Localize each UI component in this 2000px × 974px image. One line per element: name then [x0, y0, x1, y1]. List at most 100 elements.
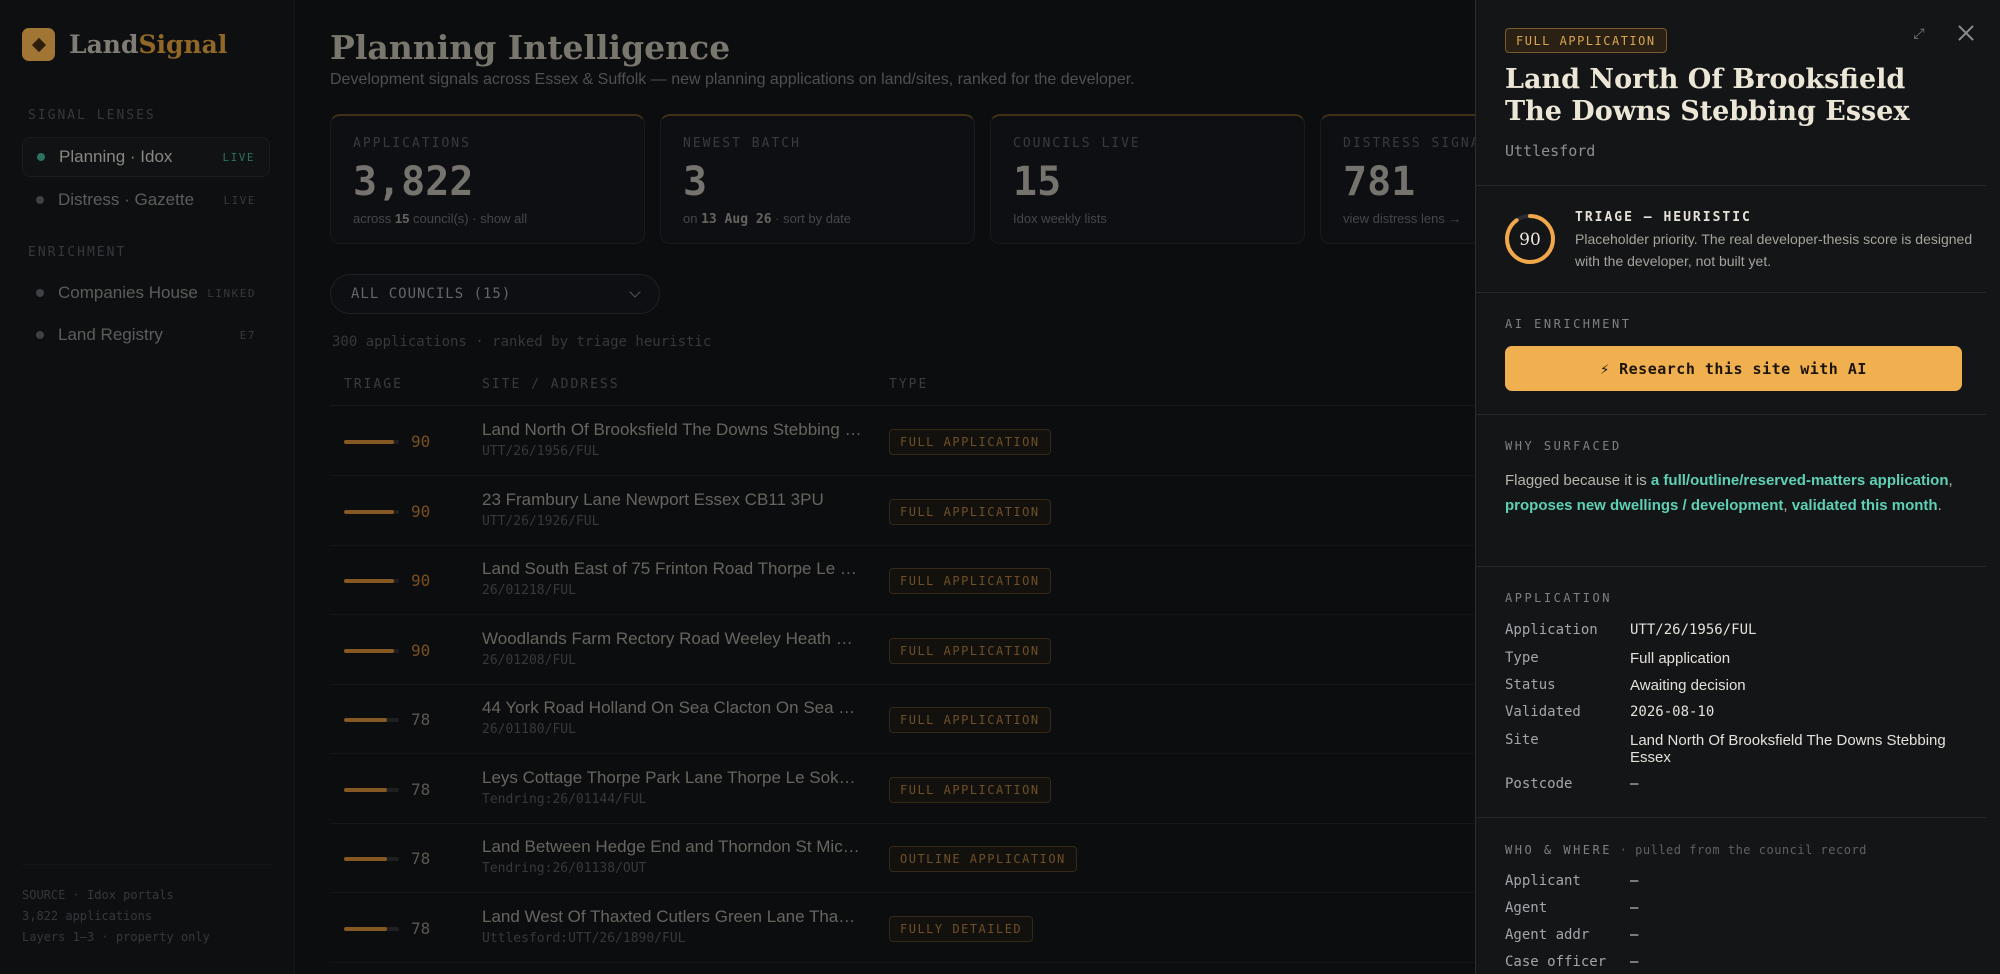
stat-card-newest-batch[interactable]: NEWEST BATCH 3 on 13 Aug 26 · sort by da…: [660, 114, 975, 244]
triage-bar-fill: [344, 440, 394, 444]
type-badge: FULLY DETAILED: [889, 915, 1034, 942]
footer-source: SOURCE · Idox portals: [22, 888, 174, 902]
detail-value: Land North Of Brooksfield The Downs Steb…: [1630, 732, 1946, 766]
detail-key: Agent: [1505, 900, 1548, 916]
triage-bar: [344, 718, 399, 722]
sidebar-item-label: Companies House: [58, 283, 198, 302]
type-badge: FULL APPLICATION: [889, 707, 1051, 733]
triage-title: TRIAGE — HEURISTIC: [1575, 210, 1752, 225]
table-row[interactable]: 78 Land Between Hedge End and Thorndon St…: [330, 823, 1475, 893]
enrichment-heading: ENRICHMENT: [28, 245, 127, 260]
triage-bar-fill: [344, 648, 394, 653]
why-pre: Flagged because it is: [1505, 472, 1651, 489]
triage-score: 90: [411, 432, 431, 451]
stat-sub: across 15 council(s) · show all: [353, 211, 622, 226]
table-row[interactable]: 90 Land North Of Brooksfield The Downs St…: [330, 406, 1475, 476]
page-title: Planning Intelligence: [330, 28, 731, 67]
stat-sub: on 13 Aug 26 · sort by date: [683, 211, 952, 227]
application-ref: UTT/26/1926/FUL: [482, 513, 600, 529]
stat-sub-pre: on: [683, 211, 702, 226]
main-content: Planning Intelligence Development signal…: [295, 0, 1635, 974]
triage-score: 90: [411, 571, 431, 590]
reason-new-dwellings: proposes new dwellings / development: [1505, 497, 1784, 514]
chevron-down-icon: [629, 286, 641, 298]
table-row[interactable]: 78 44 York Road Holland On Sea Clacton On…: [330, 684, 1475, 754]
application-ref: 26/01218/FUL: [482, 583, 576, 598]
stat-sub-post: · sort by date: [771, 211, 852, 226]
column-header-site[interactable]: SITE / ADDRESS: [482, 377, 620, 392]
triage-bar: [344, 579, 399, 583]
why-sep: ,: [1948, 472, 1953, 489]
detail-panel: FULL APPLICATION ⤢ Land North Of Brooksf…: [1475, 0, 2000, 974]
stat-sub-bold: 15: [394, 211, 410, 226]
who-where-title: WHO & WHERE: [1505, 843, 1612, 857]
column-header-triage[interactable]: TRIAGE: [344, 377, 403, 392]
sidebar-item-companies-house[interactable]: Companies House LINKED: [22, 273, 270, 313]
detail-value: —: [1630, 900, 1639, 916]
triage-bar: [344, 787, 399, 792]
triage-text: Placeholder priority. The real developer…: [1575, 231, 1973, 269]
sidebar-item-tag: LIVE: [222, 150, 255, 164]
sidebar: LandSignal SIGNAL LENSES Planning · Idox…: [0, 0, 295, 974]
who-where-heading: WHO & WHERE · pulled from the council re…: [1505, 843, 1867, 857]
research-with-ai-button[interactable]: ⚡ Research this site with AI: [1505, 346, 1962, 391]
stat-sub-bold: 13 Aug 26: [701, 212, 772, 227]
triage-bar-fill: [344, 857, 387, 861]
table-row[interactable]: 78 Leys Cottage Thorpe Park Lane Thorpe L…: [330, 754, 1475, 824]
type-badge: FULL APPLICATION: [1505, 28, 1667, 53]
application-heading: APPLICATION: [1505, 591, 1612, 605]
site-address: 44 York Road Holland On Sea Clacton On S…: [482, 698, 862, 717]
detail-key: Application: [1505, 622, 1598, 638]
site-address: Land Between Hedge End and Thorndon St M…: [482, 837, 862, 856]
divider: [1476, 817, 1986, 818]
stat-card-applications[interactable]: APPLICATIONS 3,822 across 15 council(s) …: [330, 114, 645, 244]
triage-bar-fill: [344, 926, 387, 931]
table-row[interactable]: 90 Land South East of 75 Frinton Road Tho…: [330, 545, 1475, 615]
type-badge: FULL APPLICATION: [889, 637, 1051, 664]
triage-bar: [344, 857, 399, 861]
table-row[interactable]: 78 Land West Of Thaxted Cutlers Green Lan…: [330, 893, 1475, 963]
footer-layers: Layers 1–3 · property only: [22, 930, 210, 944]
dot-icon: [36, 196, 44, 204]
who-where-note: · pulled from the council record: [1611, 843, 1867, 857]
why-sep: ,: [1783, 497, 1792, 514]
triage-score-ring: 90: [1505, 214, 1555, 264]
stat-value: 3,822: [353, 159, 474, 205]
detail-value: UTT/26/1956/FUL: [1630, 622, 1757, 638]
triage-score: 78: [411, 849, 431, 868]
why-end: .: [1937, 497, 1942, 514]
council-filter-select[interactable]: ALL COUNCILS (15): [330, 274, 660, 314]
close-icon[interactable]: [1953, 20, 1979, 46]
reason-full-application: a full/outline/reserved-matters applicat…: [1650, 472, 1949, 489]
detail-value: —: [1630, 776, 1639, 792]
sidebar-item-land-registry[interactable]: Land Registry E7: [22, 315, 270, 355]
stat-sub-pre: across: [353, 211, 395, 226]
ai-enrichment-heading: AI ENRICHMENT: [1505, 317, 1632, 331]
sidebar-item-label: Planning · Idox: [59, 147, 173, 166]
type-badge: FULL APPLICATION: [889, 429, 1051, 455]
site-address: Land North Of Brooksfield The Downs Steb…: [482, 420, 862, 439]
detail-key: Case officer: [1505, 954, 1607, 970]
triage-score: 78: [411, 918, 431, 938]
detail-key: Validated: [1505, 704, 1581, 720]
site-address: Woodlands Farm Rectory Road Weeley Heath…: [482, 628, 862, 648]
triage-bar: [344, 648, 399, 653]
logo-icon: [22, 28, 55, 61]
application-ref: Tendring:26/01138/OUT: [482, 861, 647, 876]
sidebar-item-planning[interactable]: Planning · Idox LIVE: [22, 137, 270, 177]
dot-icon: [36, 289, 44, 297]
brand[interactable]: LandSignal: [22, 28, 227, 61]
sidebar-item-tag: LIVE: [223, 193, 256, 207]
application-ref: 26/01180/FUL: [482, 722, 576, 737]
detail-value: —: [1630, 873, 1639, 889]
expand-icon[interactable]: ⤢: [1906, 20, 1932, 46]
detail-value: —: [1630, 954, 1639, 970]
column-header-type[interactable]: TYPE: [889, 377, 928, 392]
stat-card-councils-live[interactable]: COUNCILS LIVE 15 Idox weekly lists: [990, 114, 1305, 244]
table-row[interactable]: 90 Woodlands Farm Rectory Road Weeley Hea…: [330, 615, 1475, 685]
site-address: Land South East of 75 Frinton Road Thorp…: [482, 559, 862, 578]
sidebar-item-distress[interactable]: Distress · Gazette LIVE: [22, 180, 270, 220]
table-row[interactable]: 90 23 Frambury Lane Newport Essex CB11 3P…: [330, 476, 1475, 546]
stat-sub: Idox weekly lists: [1013, 211, 1107, 226]
type-badge: OUTLINE APPLICATION: [889, 846, 1077, 872]
